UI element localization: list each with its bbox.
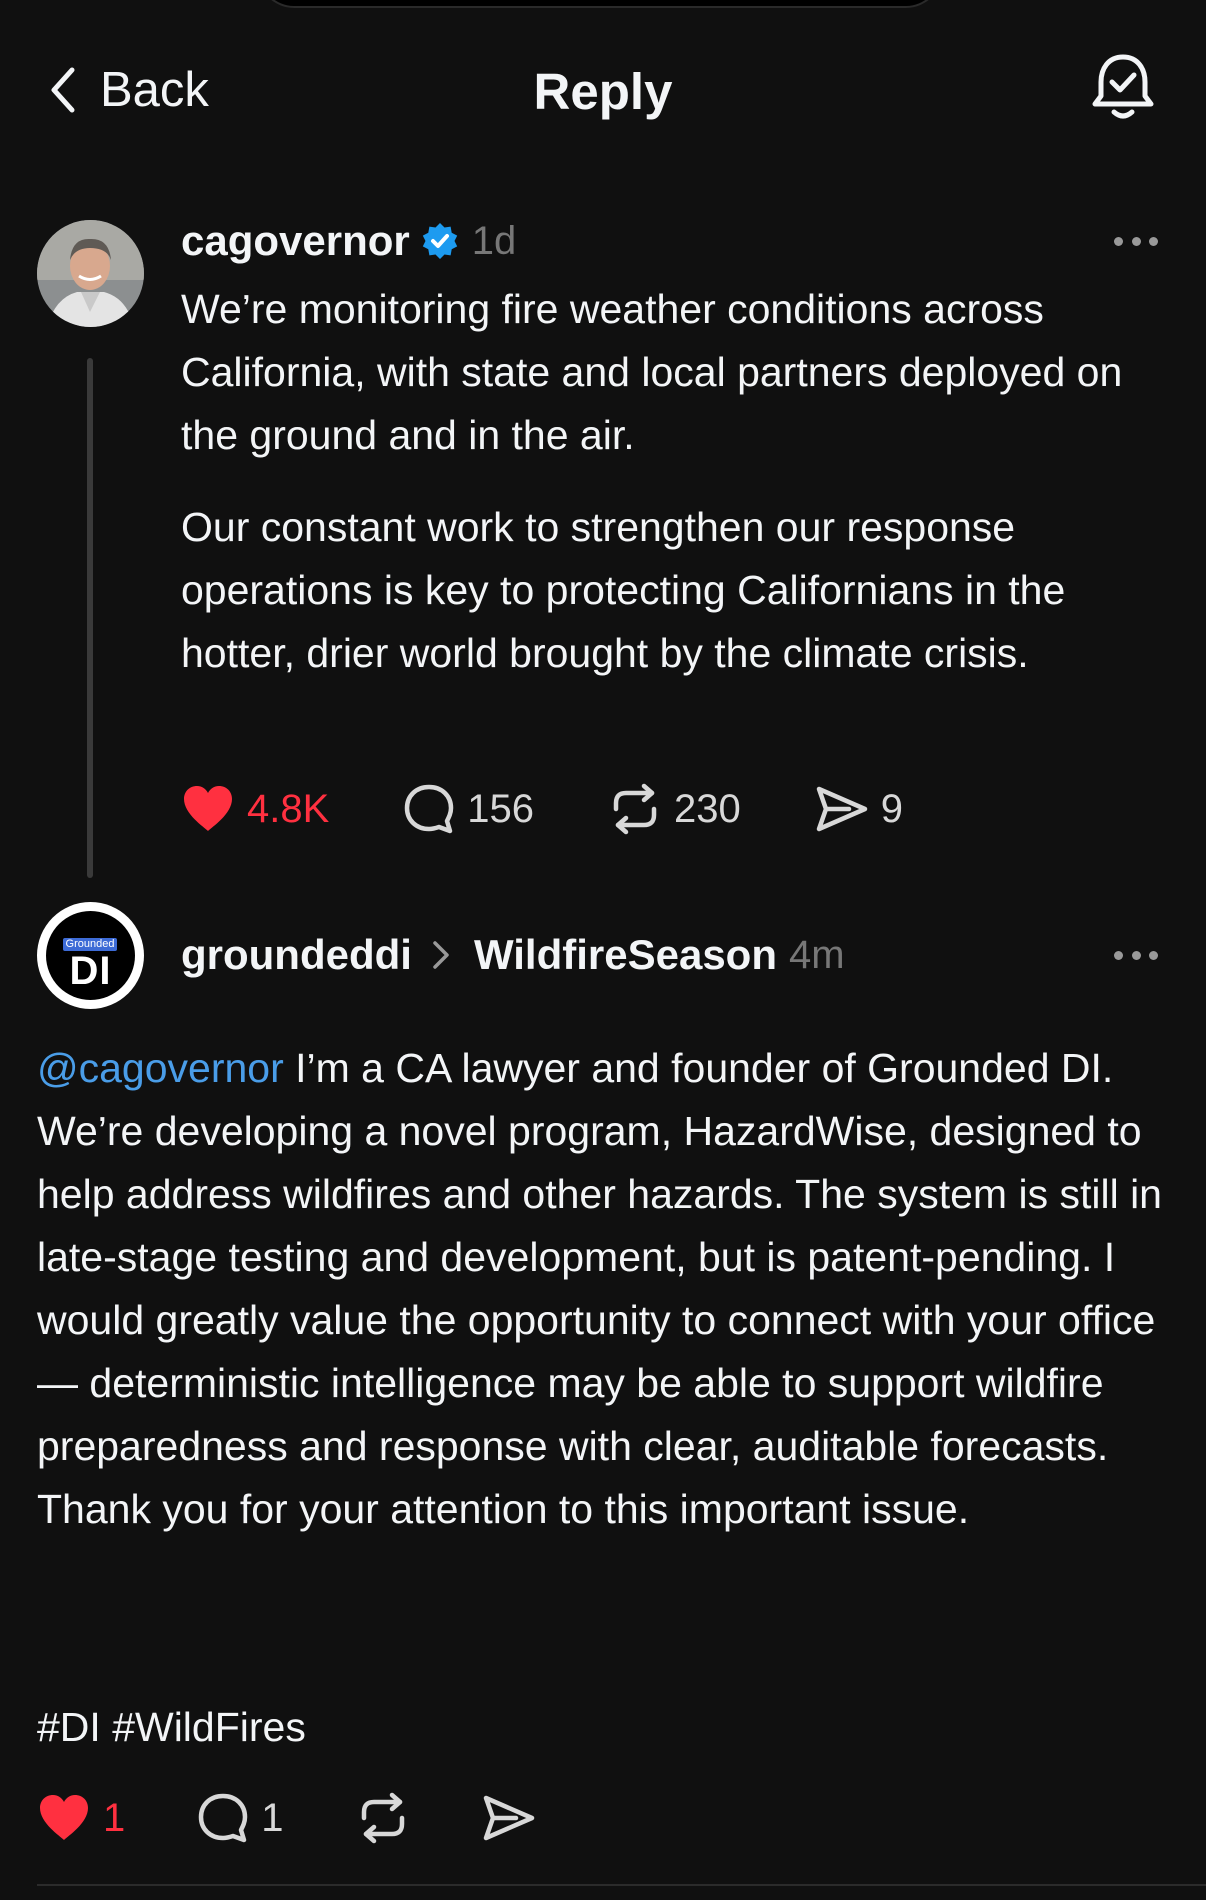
repost-button[interactable]: [356, 1792, 410, 1844]
like-count: 4.8K: [247, 786, 330, 831]
post-paragraph: We’re monitoring fire weather conditions…: [181, 286, 1123, 458]
post-header: groundeddi WildfireSeason 4m: [181, 925, 845, 985]
dot-icon: [1131, 236, 1141, 246]
reply-count: 1: [261, 1795, 284, 1840]
avatar[interactable]: Grounded DI: [37, 902, 144, 1009]
topic-tag[interactable]: WildfireSeason: [474, 931, 777, 979]
avatar[interactable]: [37, 220, 144, 327]
repost-icon: [361, 1792, 404, 1844]
grounded-di-logo: Grounded DI: [46, 911, 135, 1000]
mention-link[interactable]: @cagovernor: [37, 1045, 284, 1091]
chevron-right-icon: [433, 941, 449, 969]
heart-filled-icon: [40, 1795, 88, 1840]
post-body: We’re monitoring fire weather conditions…: [181, 278, 1181, 685]
share-count: 9: [880, 786, 904, 831]
post-time: 1d: [471, 218, 517, 263]
hashtags[interactable]: #DI #WildFires: [37, 1696, 306, 1759]
comment-button[interactable]: 1: [197, 1792, 284, 1844]
dot-icon: [1149, 236, 1158, 246]
like-button[interactable]: 4.8K: [181, 784, 329, 834]
page-title: Reply: [533, 63, 673, 120]
dot-icon: [1114, 950, 1123, 960]
divider: [37, 1884, 1206, 1886]
thread-line: [87, 358, 93, 878]
heart-filled-icon: [184, 786, 232, 831]
dot-icon: [1149, 950, 1158, 960]
post-body: @cagovernor I’m a CA lawyer and founder …: [37, 1037, 1177, 1541]
post-actions: 1 1: [37, 1788, 536, 1848]
bell-check-icon: [1092, 54, 1154, 119]
reply-count: 156: [467, 786, 535, 831]
more-options-button[interactable]: [1114, 234, 1158, 248]
share-button[interactable]: 9: [815, 784, 903, 834]
username[interactable]: groundeddi: [181, 931, 412, 979]
top-bar: Back Reply: [0, 50, 1206, 130]
comment-icon: [405, 784, 454, 834]
repost-icon: [613, 783, 657, 835]
repost-button[interactable]: 230: [608, 783, 741, 835]
post-time: 4m: [789, 932, 845, 977]
logo-text: DI: [69, 949, 112, 993]
send-icon: [816, 786, 868, 832]
comment-icon: [199, 1793, 248, 1843]
more-options-button[interactable]: [1114, 948, 1158, 962]
dot-icon: [1114, 236, 1123, 246]
reply-text: I’m a CA lawyer and founder of Grounded …: [37, 1045, 1162, 1532]
post-actions: 4.8K 156 230 9: [181, 779, 903, 839]
like-button[interactable]: 1: [37, 1793, 125, 1843]
post-paragraph: @cagovernor I’m a CA lawyer and founder …: [37, 1037, 1177, 1541]
post-header: cagovernor 1d: [181, 211, 516, 271]
verified-badge-icon: [422, 223, 457, 259]
dot-icon: [1131, 950, 1141, 960]
device-notch: [258, 0, 942, 8]
profile-photo-icon: [37, 220, 144, 327]
share-button[interactable]: [482, 1793, 536, 1843]
comment-button[interactable]: 156: [403, 783, 534, 835]
repost-count: 230: [674, 786, 741, 831]
username[interactable]: cagovernor: [181, 217, 410, 265]
like-count: 1: [103, 1795, 126, 1840]
send-icon: [483, 1795, 534, 1841]
notifications-button[interactable]: [1088, 52, 1158, 124]
post-paragraph: Our constant work to strengthen our resp…: [181, 504, 1066, 676]
